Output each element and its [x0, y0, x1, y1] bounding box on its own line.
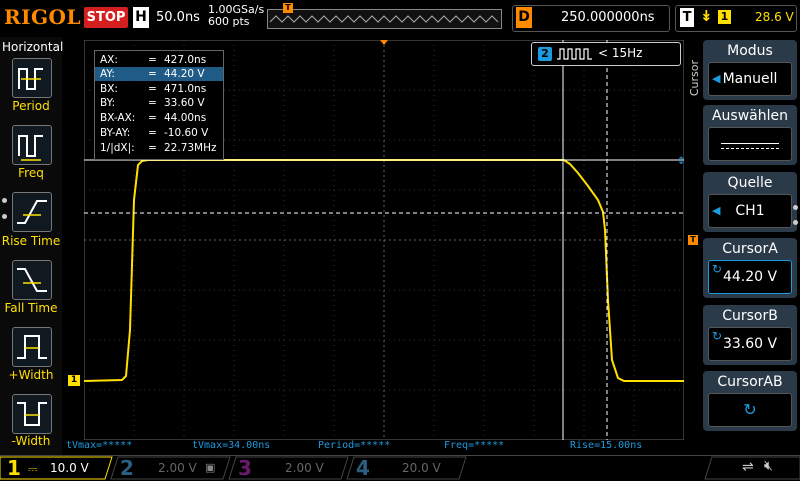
- rotate-knob-icon: ↻: [712, 262, 723, 276]
- cursor-b-softkey[interactable]: CursorB ↻ 33.60 V: [703, 305, 797, 365]
- cursor-b-value-text: 33.60 V: [722, 336, 778, 352]
- ch1-ground-marker[interactable]: 1: [68, 375, 80, 386]
- measure-panel-title: Horizontal: [2, 40, 64, 54]
- ch3-scale[interactable]: 2.00 V: [285, 461, 324, 475]
- scroll-dot-icon: [2, 198, 7, 203]
- scroll-dot-icon: [2, 214, 7, 219]
- cursor-b-value: ↻ 33.60 V: [708, 327, 792, 361]
- trigger-level[interactable]: 28.6 V: [755, 10, 794, 24]
- fall-time-measure-button[interactable]: [12, 260, 52, 300]
- fall-time-icon: [17, 268, 47, 292]
- delay-value[interactable]: 250.000000ns: [561, 10, 655, 25]
- ch4-number[interactable]: 4: [356, 456, 370, 480]
- quelle-value: ◀ CH1: [708, 194, 792, 228]
- menu-vertical-title: Cursor: [688, 60, 701, 97]
- cursor-readout-table: AX: = 427.0ns AY: = 44.20 V BX: = 471.0ns BY: =…: [94, 50, 224, 160]
- frequency-icon: [18, 135, 43, 161]
- cursor-a-value-text: 44.20 V: [722, 269, 778, 285]
- cursor-ab-softkey[interactable]: CursorAB ↻: [703, 371, 797, 431]
- scroll-dot-icon: [793, 220, 798, 225]
- quelle-softkey[interactable]: Quelle ◀ CH1: [703, 172, 797, 232]
- chevron-left-icon: ◀: [712, 72, 721, 85]
- ch4-scale[interactable]: 20.0 V: [402, 461, 441, 475]
- period-label: Period: [12, 99, 50, 113]
- trigger-slope-icon: ↡: [700, 7, 713, 25]
- measurement-item[interactable]: Rise=15.00ns: [570, 440, 642, 451]
- cursor-row: BX-AX: = 44.00ns: [100, 112, 207, 124]
- cursor-row: BY: = 33.60 V: [100, 97, 205, 109]
- negative-width-measure-button[interactable]: [12, 394, 52, 434]
- cursor-a-softkey[interactable]: CursorA ↻ 44.20 V: [703, 238, 797, 298]
- square-wave-icon: [557, 48, 592, 60]
- ch1-scale[interactable]: 10.0 V: [50, 461, 89, 475]
- freq-measure-button[interactable]: [12, 125, 52, 165]
- sample-points: 600 pts: [208, 15, 250, 28]
- usb-icon: ⇌: [742, 459, 754, 475]
- memory-overview-strip: T: [267, 3, 502, 29]
- negative-width-label: -Width: [11, 434, 51, 448]
- trigger-position-marker: T: [283, 3, 293, 13]
- counter-value: < 15Hz: [598, 46, 643, 60]
- rotate-knob-icon: ↻: [743, 400, 757, 419]
- period-icon: [18, 68, 43, 90]
- cursor-a-value: ↻ 44.20 V: [708, 260, 792, 294]
- cursor-row: BX: = 471.0ns: [100, 83, 207, 95]
- frequency-counter[interactable]: 2 < 15Hz: [531, 42, 681, 66]
- modus-softkey[interactable]: Modus ◀ Manuell: [703, 40, 797, 100]
- selection-line-icon: [721, 143, 779, 144]
- rise-time-measure-button[interactable]: [12, 192, 52, 232]
- timebase-label: H: [133, 7, 149, 28]
- modus-value-text: Manuell: [722, 71, 778, 87]
- cursor-a-arrow-icon: ↕: [677, 156, 684, 167]
- trigger-label: T: [680, 8, 694, 27]
- modus-title: Modus: [727, 43, 773, 59]
- chevron-left-icon: ◀: [712, 204, 721, 217]
- rise-time-label: Rise Time: [1, 234, 61, 248]
- counter-channel-badge: 2: [538, 47, 552, 61]
- ch2-scale[interactable]: 2.00 V: [158, 461, 197, 475]
- quelle-value-text: CH1: [735, 203, 765, 219]
- run-stop-indicator[interactable]: STOP: [84, 7, 128, 28]
- delay-label: D: [516, 7, 532, 28]
- speaker-muted-icon[interactable]: 🔇︎: [764, 458, 773, 474]
- measurement-item[interactable]: tVmax=34.00ns: [192, 440, 270, 451]
- auswaehlen-softkey[interactable]: Auswählen: [703, 105, 797, 165]
- ch3-number[interactable]: 3: [238, 456, 252, 480]
- ch2-bandwidth-icon: ▣: [205, 461, 216, 474]
- cursor-ab-value: ↻: [708, 393, 792, 427]
- cursor-row: AX: = 427.0ns: [100, 54, 207, 66]
- cursor-row: 1/|dX|: = 22.73MHz: [100, 142, 217, 154]
- timebase-value[interactable]: 50.0ns: [156, 10, 200, 25]
- ch1-coupling-icon: ⎓: [28, 462, 38, 476]
- modus-value: ◀ Manuell: [708, 62, 792, 96]
- positive-width-label: +Width: [8, 368, 54, 382]
- positive-width-measure-button[interactable]: [12, 327, 52, 367]
- scroll-dot-icon: [793, 205, 798, 210]
- measurement-item[interactable]: Freq=*****: [444, 440, 504, 451]
- cursor-row-selected: AY: = 44.20 V: [95, 67, 223, 81]
- measurement-strip: tVmax=***** tVmax=34.00ns Period=***** F…: [64, 440, 694, 454]
- brand-logo: RIGOL: [4, 5, 82, 29]
- ch1-number[interactable]: 1: [7, 456, 21, 480]
- trigger-channel: 1: [718, 10, 731, 24]
- fall-time-label: Fall Time: [4, 301, 58, 315]
- sample-info: 1.00GSa/s 600 pts: [208, 4, 264, 28]
- measurement-item[interactable]: Period=*****: [318, 440, 390, 451]
- measurement-item[interactable]: tVmax=*****: [66, 440, 132, 451]
- selection-dash-icon: [721, 148, 779, 149]
- trigger-level-marker[interactable]: T: [688, 235, 698, 245]
- rise-time-icon: [17, 200, 47, 224]
- freq-label: Freq: [18, 166, 44, 180]
- ch2-number[interactable]: 2: [120, 456, 134, 480]
- negative-width-icon: [17, 402, 47, 426]
- auswaehlen-title: Auswählen: [711, 108, 789, 124]
- cursor-row: BY-AY: = -10.60 V: [100, 127, 209, 139]
- period-measure-button[interactable]: [12, 58, 52, 98]
- auswaehlen-value: [708, 127, 792, 161]
- rotate-knob-icon: ↻: [712, 329, 723, 343]
- cursor-ab-title: CursorAB: [717, 374, 783, 390]
- positive-width-icon: [17, 335, 47, 359]
- quelle-title: Quelle: [727, 175, 773, 191]
